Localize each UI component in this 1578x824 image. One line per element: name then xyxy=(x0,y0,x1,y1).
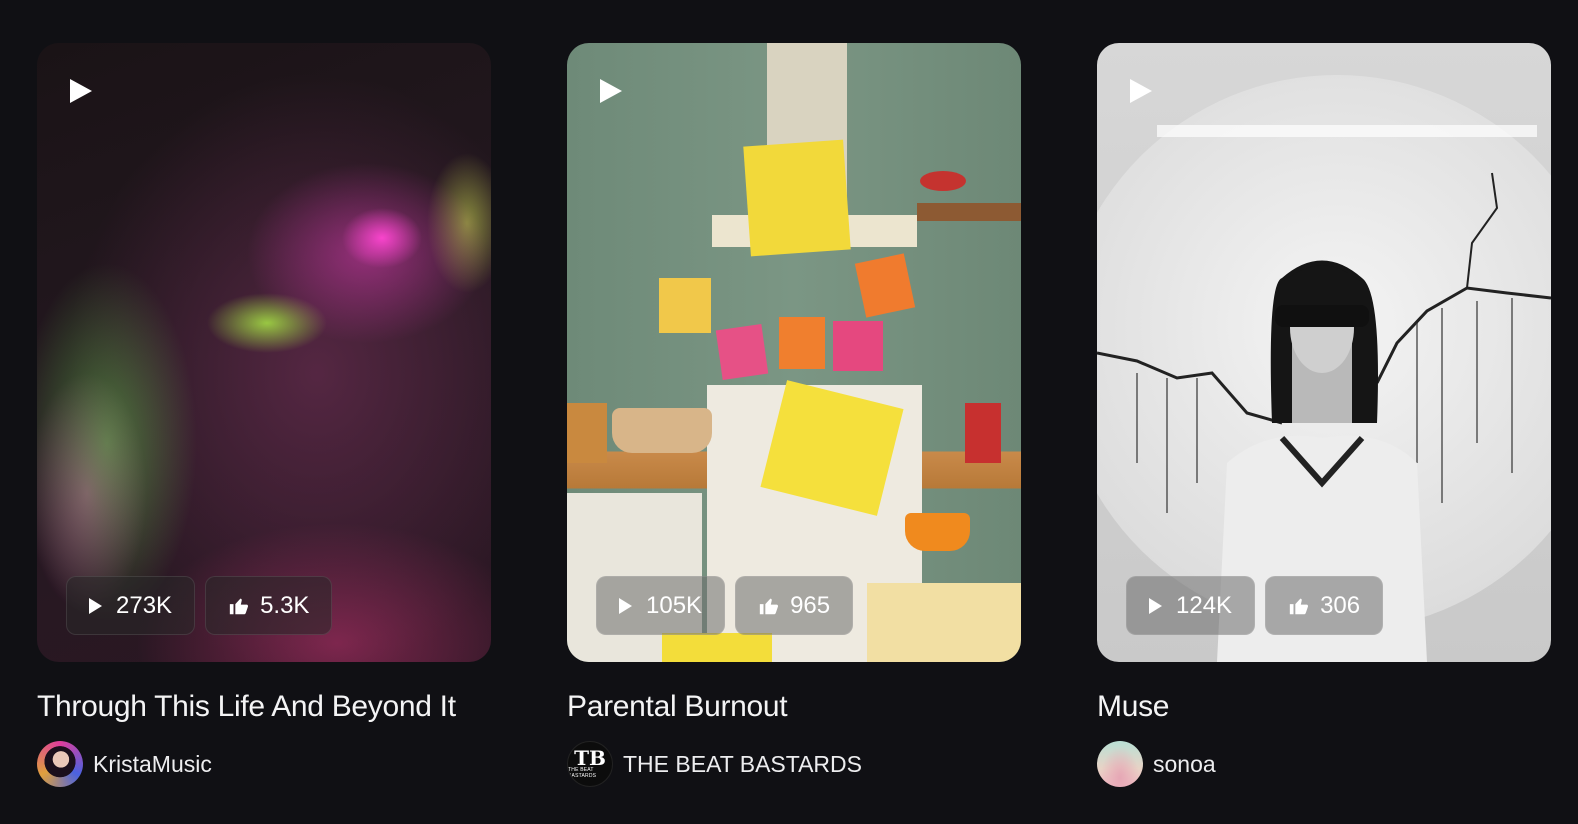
avatar-monogram: TB xyxy=(574,746,606,770)
song-author[interactable]: sonoa xyxy=(1097,741,1551,787)
song-card[interactable]: 273K 5.3K Through This Life And Beyond I… xyxy=(37,43,491,787)
avatar[interactable] xyxy=(37,741,83,787)
cover-artwork xyxy=(37,43,491,662)
play-icon xyxy=(89,597,102,614)
thumbs-up-icon xyxy=(759,598,779,614)
song-stats: 273K 5.3K xyxy=(66,576,333,635)
avatar-caption: THE BEAT BASTARDS xyxy=(568,767,597,779)
song-card[interactable]: 124K 306 Muse sonoa xyxy=(1097,43,1551,787)
author-name[interactable]: KristaMusic xyxy=(93,751,212,778)
play-count-badge: 273K xyxy=(66,576,196,635)
play-icon[interactable] xyxy=(600,79,622,103)
play-count: 105K xyxy=(646,591,703,619)
cover-artwork xyxy=(567,43,1021,662)
song-cover[interactable]: 124K 306 xyxy=(1097,43,1551,662)
play-count-badge: 124K xyxy=(1126,576,1256,635)
author-name[interactable]: sonoa xyxy=(1153,751,1216,778)
play-icon xyxy=(1149,597,1162,614)
song-title[interactable]: Muse xyxy=(1097,690,1551,724)
song-cover[interactable]: 105K 965 xyxy=(567,43,1021,662)
avatar[interactable]: TB THE BEAT BASTARDS xyxy=(567,741,613,787)
muse-artwork-svg xyxy=(1097,75,1551,662)
song-author[interactable]: TB THE BEAT BASTARDS THE BEAT BASTARDS xyxy=(567,741,1021,787)
cover-artwork xyxy=(1097,43,1551,662)
song-grid: 273K 5.3K Through This Life And Beyond I… xyxy=(37,43,1551,787)
song-stats: 124K 306 xyxy=(1126,576,1384,635)
thumbs-up-icon xyxy=(1289,598,1309,614)
like-count-badge[interactable]: 5.3K xyxy=(205,576,333,635)
author-name[interactable]: THE BEAT BASTARDS xyxy=(623,751,862,778)
play-icon[interactable] xyxy=(1130,79,1152,103)
like-count: 5.3K xyxy=(260,591,310,619)
play-count: 273K xyxy=(116,591,173,619)
like-count: 306 xyxy=(1320,591,1361,619)
song-stats: 105K 965 xyxy=(596,576,854,635)
thumbs-up-icon xyxy=(229,598,249,614)
song-title[interactable]: Through This Life And Beyond It xyxy=(37,690,491,724)
song-cover[interactable]: 273K 5.3K xyxy=(37,43,491,662)
song-title[interactable]: Parental Burnout xyxy=(567,690,1021,724)
song-author[interactable]: KristaMusic xyxy=(37,741,491,787)
play-icon xyxy=(619,597,632,614)
avatar[interactable] xyxy=(1097,741,1143,787)
like-count-badge[interactable]: 965 xyxy=(735,576,854,635)
play-count-badge: 105K xyxy=(596,576,726,635)
song-card[interactable]: 105K 965 Parental Burnout TB THE BEAT BA… xyxy=(567,43,1021,787)
play-icon[interactable] xyxy=(70,79,92,103)
like-count: 965 xyxy=(790,591,831,619)
like-count-badge[interactable]: 306 xyxy=(1265,576,1384,635)
play-count: 124K xyxy=(1176,591,1233,619)
